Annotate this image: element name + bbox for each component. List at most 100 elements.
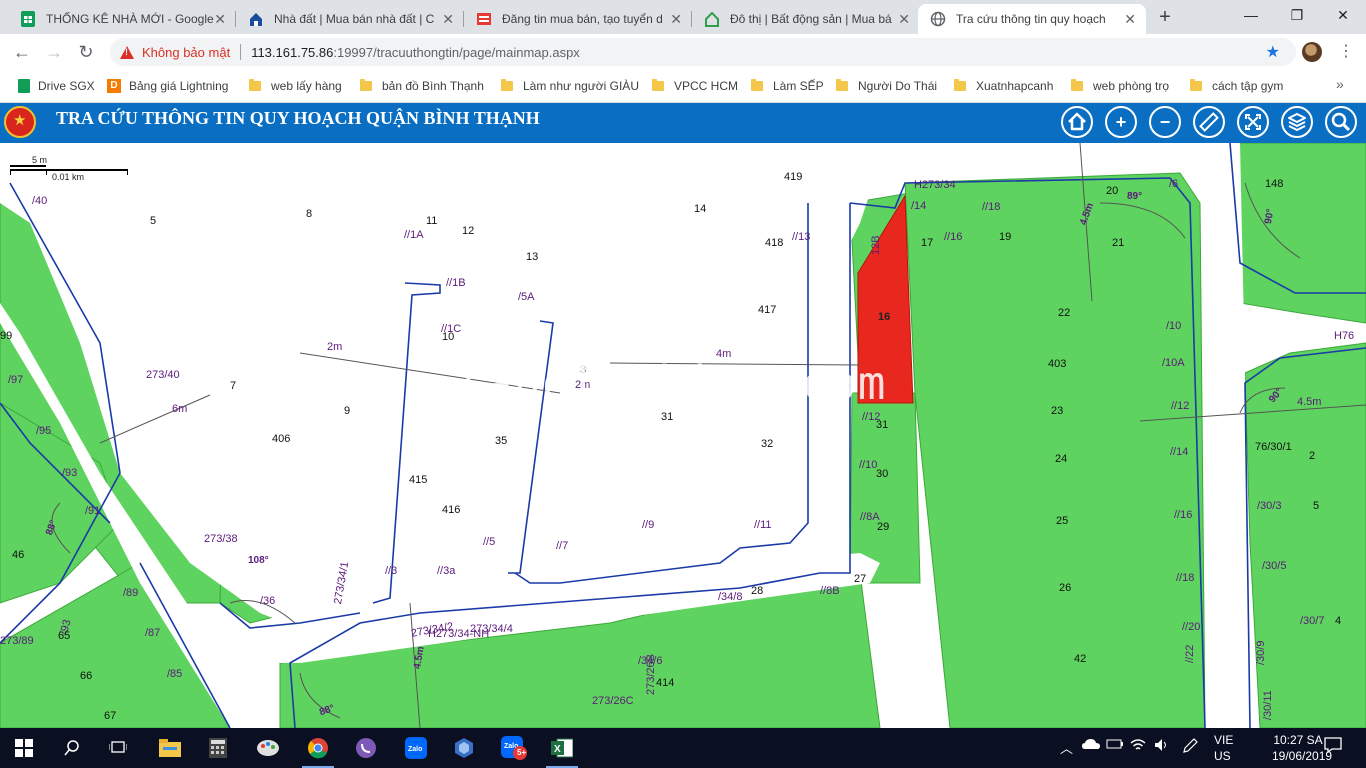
app-icon[interactable]	[444, 732, 484, 764]
close-tab-icon[interactable]: ✕	[898, 11, 910, 27]
chevron-up-icon[interactable]: ︿	[1060, 738, 1073, 757]
zalo-icon[interactable]: Zalo	[396, 732, 436, 764]
parcel-label: 273/89	[0, 635, 34, 647]
globe-icon	[930, 11, 946, 27]
fullscreen-button[interactable]	[1237, 106, 1269, 138]
minimize-button[interactable]: —	[1228, 0, 1274, 32]
parcel-label: 67	[104, 710, 117, 722]
parcel-label: //18	[1176, 572, 1195, 584]
bookmark-drive-sgx[interactable]: Drive SGX	[18, 77, 95, 95]
bookmark-bang-gia[interactable]: D Bảng giá Lightning	[107, 77, 228, 95]
address-bar[interactable]: Không bảo mật 113.161.75.86:19997/tracuu…	[110, 38, 1296, 66]
map-canvas[interactable]	[0, 143, 1366, 728]
zalo-badge-icon[interactable]: Zalo 5+	[494, 732, 534, 764]
parcel-label: 6m	[172, 403, 188, 415]
volume-icon[interactable]	[1154, 738, 1170, 755]
layers-button[interactable]	[1281, 106, 1313, 138]
bookmarks-bar: Drive SGX D Bảng giá Lightning web lấy hà…	[0, 70, 1366, 103]
parcel-label: 403	[1048, 358, 1067, 370]
notification-icon[interactable]	[1324, 737, 1342, 756]
reload-button[interactable]: ↻	[75, 42, 97, 62]
parcel-label: 42	[1074, 653, 1087, 665]
tab-title: Đô thị | Bất động sản | Mua bá	[730, 12, 892, 26]
search-button[interactable]	[1325, 106, 1357, 138]
d-icon: D	[107, 79, 121, 93]
windows-taskbar: Zalo Zalo 5+ X ︿ VIE US 10:27 SA 19/06/2019	[0, 728, 1366, 768]
parcel-label: H273/34	[914, 179, 956, 191]
bookmark-nguoi-do-thai[interactable]: Người Do Thái	[836, 77, 937, 95]
maximize-button[interactable]: ❐	[1274, 0, 1320, 32]
battery-icon[interactable]	[1106, 738, 1124, 753]
bookmark-vpcc[interactable]: VPCC HCM	[652, 77, 738, 95]
zoom-out-button[interactable]: −	[1149, 106, 1181, 138]
search-icon[interactable]	[52, 732, 92, 764]
start-icon[interactable]	[4, 732, 44, 764]
chrome-icon[interactable]	[298, 732, 338, 768]
parcel-label: //14	[1170, 446, 1189, 458]
parcel-label: 2	[1309, 450, 1316, 462]
bookmark-star-icon[interactable]: ★	[1266, 42, 1280, 62]
planning-map[interactable]: 5 m 0.01 km 419 5 8 11 12 13 14 418 //13 17 //16 19…	[0, 143, 1366, 728]
parcel-label: 4.5m	[1297, 396, 1322, 408]
parcel-label: 10	[442, 331, 455, 343]
pen-icon[interactable]	[1182, 738, 1198, 757]
bookmark-cach-tap-gym[interactable]: cách tập gym	[1190, 77, 1283, 95]
tab-tra-cuu-active[interactable]: Tra cứu thông tin quy hoạch ✕	[918, 4, 1146, 34]
viber-icon[interactable]	[346, 732, 386, 764]
parcel-label: /34/8	[718, 591, 743, 603]
task-view-icon[interactable]	[98, 732, 138, 764]
bookmark-web-lay-hang[interactable]: web lấy hàng	[249, 77, 342, 95]
parcel-label: 30	[876, 468, 889, 480]
folder-icon	[249, 79, 261, 91]
paint-icon[interactable]	[248, 732, 288, 764]
new-tab-button[interactable]: +	[1154, 6, 1176, 28]
scale-label-top: 5 m	[32, 155, 48, 165]
parcel-label: //3	[385, 565, 398, 577]
url-text[interactable]: 113.161.75.86:19997/tracuuthongtin/page/…	[251, 45, 580, 60]
bookmark-label: web phòng trọ	[1093, 79, 1170, 93]
zoom-in-button[interactable]: +	[1105, 106, 1137, 138]
onedrive-icon[interactable]	[1082, 738, 1100, 753]
tab-dang-tin[interactable]: Đăng tin mua bán, tạo tuyển d ✕	[464, 4, 692, 34]
security-status[interactable]: Không bảo mật	[142, 45, 230, 60]
close-tab-icon[interactable]: ✕	[214, 11, 226, 27]
back-button[interactable]: ←	[11, 42, 33, 62]
parcel-label: /36	[260, 595, 276, 607]
forward-button[interactable]: →	[43, 42, 65, 62]
tab-nha-dat[interactable]: Nhà đất | Mua bán nhà đất | C ✕	[236, 4, 464, 34]
tab-title: Tra cứu thông tin quy hoạch	[956, 12, 1106, 26]
bookmark-lam-sep[interactable]: Làm SẾP	[751, 77, 824, 95]
close-tab-icon[interactable]: ✕	[670, 11, 682, 27]
file-explorer-icon[interactable]	[150, 732, 190, 764]
chrome-menu-icon[interactable]: ⋮	[1336, 42, 1356, 62]
excel-icon[interactable]: X	[542, 732, 582, 768]
parcel-label: 414	[656, 677, 675, 689]
bookmark-web-phong-tro[interactable]: web phòng trọ	[1071, 77, 1169, 95]
close-tab-icon[interactable]: ✕	[1124, 11, 1136, 27]
parcel-label: 16	[878, 311, 891, 323]
input-language[interactable]: VIE US	[1214, 732, 1233, 764]
profile-avatar[interactable]	[1302, 42, 1322, 62]
bookmarks-more-button[interactable]: »	[1336, 76, 1344, 92]
wifi-icon[interactable]	[1130, 738, 1146, 755]
bookmark-label: Người Do Thái	[858, 79, 938, 93]
parcel-label: 66	[80, 670, 93, 682]
tab-do-thi[interactable]: Đô thị | Bất động sản | Mua bá ✕	[692, 4, 920, 34]
warning-icon[interactable]	[120, 45, 134, 59]
measure-button[interactable]	[1193, 106, 1225, 138]
bookmark-lam-nhu[interactable]: Làm như người GIÀU	[501, 77, 639, 95]
bookmark-label: Xuatnhapcanh	[976, 79, 1054, 93]
system-clock[interactable]: 10:27 SA 19/06/2019	[1272, 732, 1332, 764]
home-button[interactable]	[1061, 106, 1093, 138]
parcel-label: //13	[792, 231, 811, 243]
bookmark-ban-do[interactable]: bản đồ Bình Thạnh	[360, 77, 484, 95]
map-scale-bar: 5 m 0.01 km	[10, 155, 128, 182]
parcel-label: 13	[526, 251, 539, 263]
bookmark-xuatnhapcanh[interactable]: Xuatnhapcanh	[954, 77, 1053, 95]
calculator-icon[interactable]	[198, 732, 238, 764]
parcel-label: 2m	[327, 341, 343, 353]
parcel-label: 416	[442, 504, 461, 516]
close-window-button[interactable]: ✕	[1320, 0, 1366, 32]
tab-google-sheets[interactable]: THỐNG KÊ NHÀ MỚI - Google ✕	[8, 4, 236, 34]
close-tab-icon[interactable]: ✕	[442, 11, 454, 27]
